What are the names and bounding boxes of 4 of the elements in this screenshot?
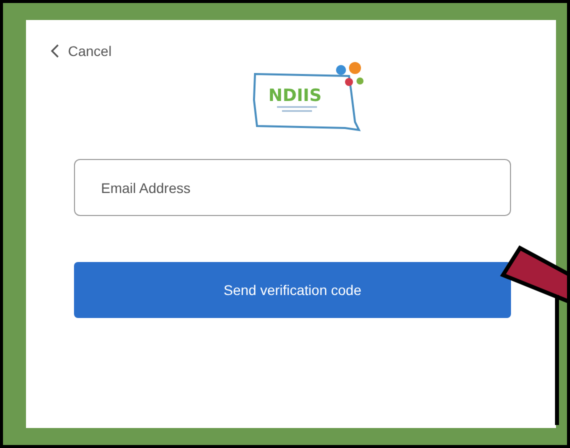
cancel-link[interactable]: Cancel <box>50 34 112 68</box>
chevron-left-icon <box>50 43 60 59</box>
email-field[interactable]: Email Address <box>74 159 511 216</box>
send-button[interactable]: Send verification code <box>74 262 511 318</box>
